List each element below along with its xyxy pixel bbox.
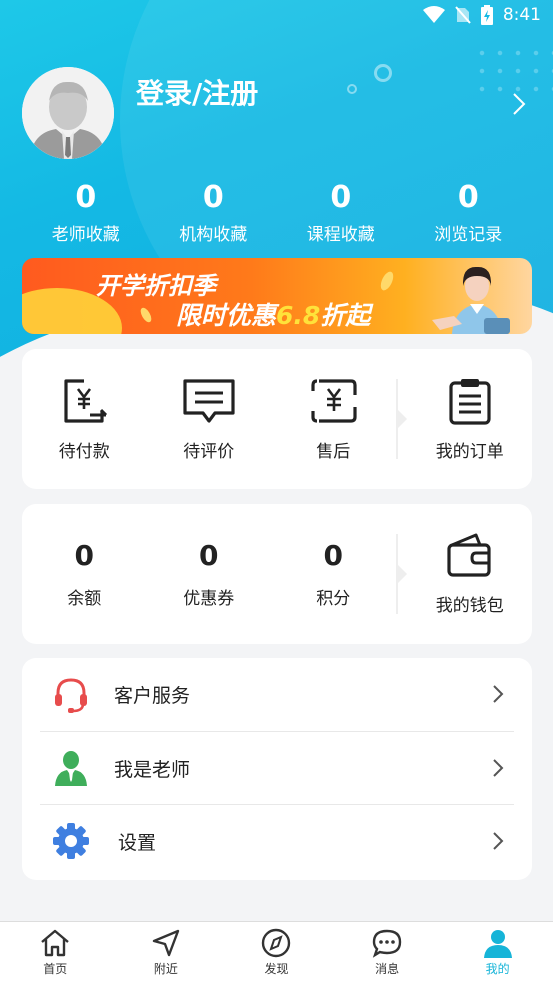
- banner-discount: 6.8: [276, 301, 321, 330]
- tab-label: 发现: [264, 962, 289, 976]
- wallet-value: 0: [199, 539, 219, 572]
- headset-icon: [55, 677, 87, 713]
- wallet-card: 0 余额 0 优惠券 0 积分 我的钱包: [22, 504, 532, 644]
- decor-ring: [347, 84, 357, 94]
- teacher-icon: [55, 751, 87, 786]
- wallet-balance[interactable]: 0 余额: [22, 539, 147, 609]
- no-sim-icon: [455, 6, 471, 24]
- stat-label: 老师收藏: [51, 225, 120, 245]
- menu-label: 设置: [118, 831, 157, 854]
- tab-mine[interactable]: 我的: [442, 922, 553, 983]
- chevron-right-icon: [493, 832, 504, 850]
- menu-card: 客户服务 我是老师 设置: [22, 658, 532, 880]
- clipboard-list-icon: [449, 378, 491, 425]
- menu-customer-service[interactable]: 客户服务: [40, 658, 514, 731]
- stat-browse-history[interactable]: 0 浏览记录: [405, 180, 533, 245]
- tab-label: 附近: [153, 962, 178, 976]
- order-pending-payment[interactable]: 待付款: [22, 377, 147, 462]
- order-label: 售后: [316, 441, 351, 462]
- tab-label: 消息: [375, 962, 400, 976]
- wallet-value: 0: [74, 539, 94, 572]
- menu-label: 客户服务: [114, 685, 191, 707]
- stat-course-favorites[interactable]: 0 课程收藏: [277, 180, 405, 245]
- tab-home[interactable]: 首页: [0, 922, 111, 983]
- tab-discover[interactable]: 发现: [221, 922, 332, 983]
- stat-label: 课程收藏: [306, 225, 375, 245]
- stat-label: 浏览记录: [434, 225, 503, 245]
- my-wallet-link[interactable]: 我的钱包: [408, 533, 533, 616]
- stat-value: 0: [457, 180, 479, 215]
- my-orders-link[interactable]: 我的订单: [408, 377, 533, 462]
- menu-settings[interactable]: 设置: [40, 804, 514, 877]
- user-icon: [483, 930, 512, 958]
- wifi-icon: [422, 6, 445, 23]
- stat-value: 0: [75, 180, 97, 215]
- wallet-label: 优惠券: [183, 589, 235, 609]
- after-sale-icon: [311, 378, 357, 423]
- avatar[interactable]: [22, 67, 114, 159]
- battery-charging-icon: [480, 5, 493, 25]
- wallet-icon: [447, 533, 491, 577]
- chat-icon: [372, 929, 402, 958]
- decor-ring: [374, 64, 392, 82]
- stat-teacher-favorites[interactable]: 0 老师收藏: [22, 180, 150, 245]
- home-icon: [41, 929, 70, 957]
- leaf-decor-icon: [140, 307, 152, 323]
- divider: [395, 534, 408, 614]
- divider: [395, 379, 408, 459]
- stat-institution-favorites[interactable]: 0 机构收藏: [150, 180, 278, 245]
- navigation-icon: [152, 929, 180, 957]
- stat-label: 机构收藏: [179, 225, 248, 245]
- order-label: 待付款: [58, 441, 110, 462]
- review-pending-icon: [183, 378, 235, 423]
- tab-label: 首页: [43, 962, 68, 976]
- bottom-tab-bar: 首页 附近 发现 消息 我的: [0, 921, 553, 983]
- gear-icon: [53, 823, 89, 859]
- stat-value: 0: [330, 180, 352, 215]
- chevron-right-icon: [493, 759, 504, 777]
- wallet-value: 0: [323, 539, 343, 572]
- wallet-coupons[interactable]: 0 优惠券: [147, 539, 272, 609]
- tab-messages[interactable]: 消息: [332, 922, 443, 983]
- banner-subtitle-prefix: 限时优惠: [176, 301, 277, 330]
- payment-pending-icon: [64, 378, 108, 423]
- order-after-sale[interactable]: 售后: [271, 377, 396, 462]
- orders-card: 待付款 待评价 售后 我的订单: [22, 349, 532, 489]
- menu-label: 我是老师: [114, 758, 191, 781]
- default-avatar-icon: [22, 67, 114, 159]
- tab-label: 我的: [485, 962, 510, 976]
- leaf-decor-icon: [380, 271, 394, 291]
- status-bar: 8:41: [0, 0, 553, 30]
- chevron-right-icon: [493, 685, 504, 703]
- login-register-link[interactable]: 登录/注册: [136, 72, 258, 112]
- wallet-label: 积分: [316, 589, 351, 609]
- banner-person-image: [432, 266, 510, 334]
- wallet-points[interactable]: 0 积分: [271, 539, 396, 609]
- wallet-label: 余额: [67, 589, 102, 609]
- tab-nearby[interactable]: 附近: [111, 922, 222, 983]
- banner-subtitle: 限时优惠6.8折起: [176, 296, 370, 332]
- my-orders-label: 我的订单: [435, 441, 504, 462]
- compass-icon: [262, 928, 291, 958]
- order-pending-review[interactable]: 待评价: [147, 377, 272, 462]
- order-label: 待评价: [183, 441, 235, 462]
- chevron-right-icon[interactable]: [512, 92, 526, 116]
- banner-subtitle-suffix: 折起: [320, 301, 371, 330]
- favorites-stats: 0 老师收藏 0 机构收藏 0 课程收藏 0 浏览记录: [22, 180, 532, 245]
- my-wallet-label: 我的钱包: [435, 595, 504, 616]
- promo-banner[interactable]: 开学折扣季 限时优惠6.8折起: [22, 258, 532, 334]
- menu-i-am-teacher[interactable]: 我是老师: [40, 731, 514, 804]
- status-time: 8:41: [502, 5, 541, 25]
- stat-value: 0: [202, 180, 224, 215]
